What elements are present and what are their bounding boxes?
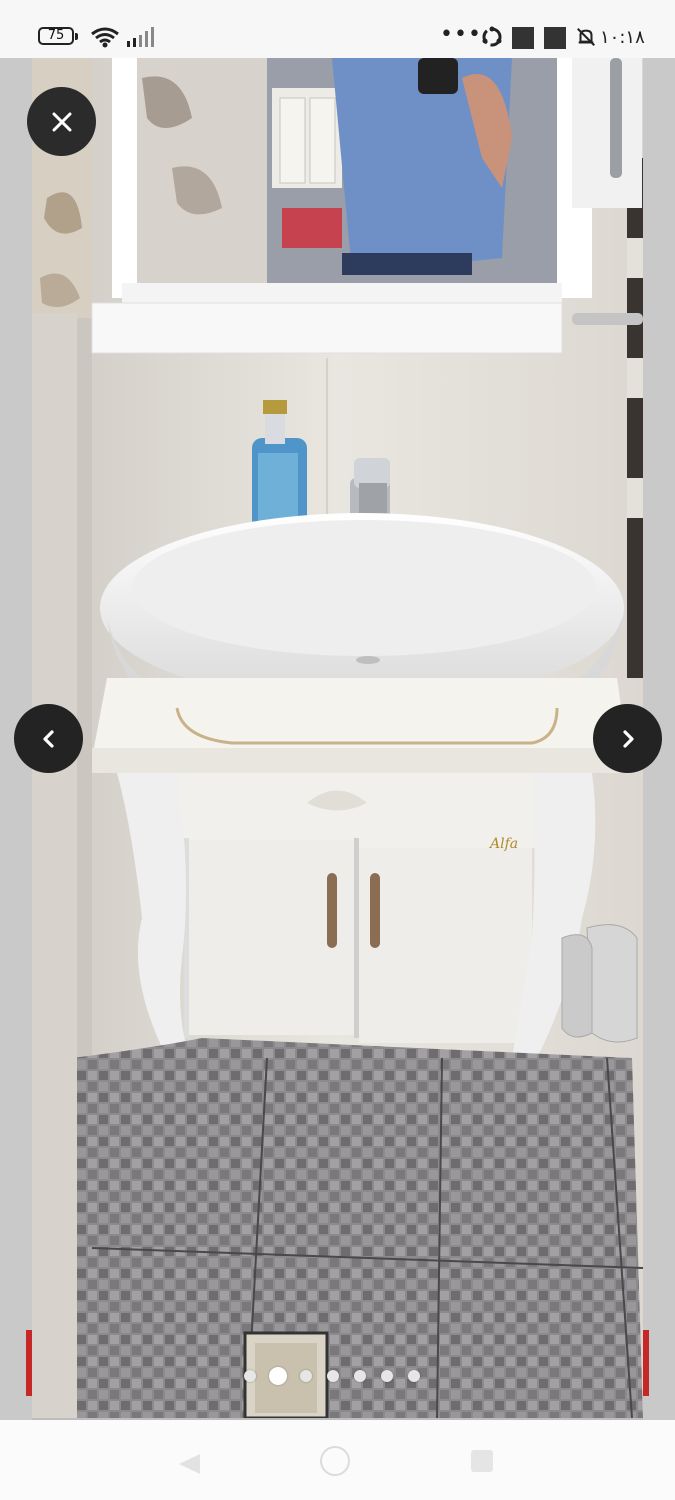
notification-square-icon bbox=[544, 27, 566, 49]
clock: ۱۰:۱۸ bbox=[600, 27, 645, 48]
previous-image-button[interactable] bbox=[14, 704, 83, 773]
status-bar: 75 ••• ۱۰:۱۸ bbox=[0, 0, 675, 58]
page-dot-6[interactable] bbox=[381, 1370, 393, 1382]
gallery-photo[interactable]: Alfa bbox=[32, 58, 643, 1418]
home-icon[interactable] bbox=[320, 1446, 350, 1476]
more-dots-icon: ••• bbox=[440, 22, 482, 47]
bathroom-vanity-image: Alfa bbox=[32, 58, 643, 1418]
back-icon[interactable] bbox=[176, 1452, 202, 1476]
battery-level: 75 bbox=[47, 28, 65, 43]
page-dot-7[interactable] bbox=[408, 1370, 420, 1382]
chevron-right-icon bbox=[622, 729, 634, 748]
page-dot-4[interactable] bbox=[327, 1370, 339, 1382]
page-dot-2[interactable] bbox=[269, 1367, 287, 1385]
notification-square-icon bbox=[512, 27, 534, 49]
wifi-icon bbox=[91, 27, 119, 48]
mute-icon bbox=[577, 28, 595, 46]
close-button[interactable] bbox=[27, 87, 96, 156]
chevron-left-icon bbox=[42, 729, 54, 748]
close-icon bbox=[52, 112, 71, 131]
battery-icon: 75 bbox=[38, 27, 78, 45]
page-dot-1[interactable] bbox=[244, 1370, 256, 1382]
image-pagination bbox=[244, 1366, 435, 1386]
sync-icon bbox=[482, 26, 502, 47]
svg-text:Alfa: Alfa bbox=[488, 836, 518, 852]
next-image-button[interactable] bbox=[593, 704, 662, 773]
recents-icon[interactable] bbox=[471, 1450, 493, 1472]
background-button-edge bbox=[643, 1330, 649, 1396]
page-dot-3[interactable] bbox=[300, 1370, 312, 1382]
signal-icon bbox=[127, 27, 154, 47]
page-dot-5[interactable] bbox=[354, 1370, 366, 1382]
